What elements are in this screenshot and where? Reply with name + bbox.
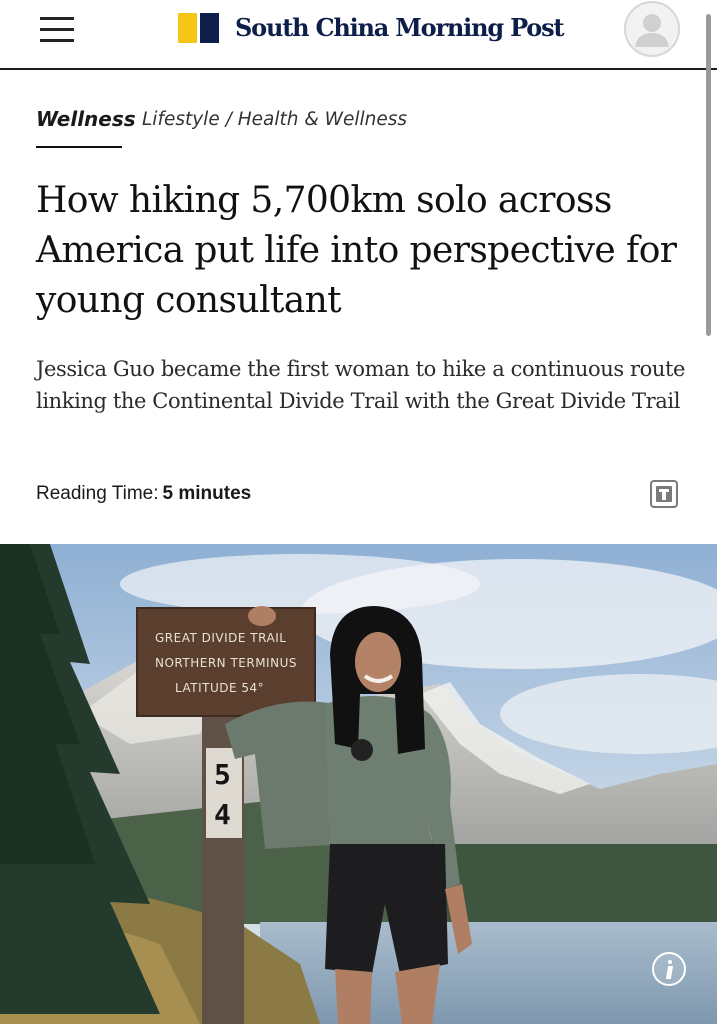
- breadcrumb-separator: /: [219, 109, 238, 130]
- section-tag-wellness[interactable]: Wellness: [36, 104, 136, 134]
- reading-time-value: 5 minutes: [162, 483, 252, 504]
- menu-line: [40, 17, 74, 20]
- breadcrumb-health-wellness[interactable]: Health & Wellness: [238, 109, 407, 130]
- cloud: [120, 554, 480, 614]
- page-scrollbar[interactable]: [706, 14, 711, 336]
- hero-image[interactable]: 5 4 GREAT DIVIDE TRAIL NORTHERN TERMINUS…: [0, 544, 717, 1024]
- breadcrumb: Lifestyle / Health & Wellness: [142, 105, 407, 135]
- text-size-glyph: [656, 486, 672, 502]
- sign-line-3: LATITUDE 54°: [175, 681, 264, 695]
- logo-navy-block: [200, 13, 219, 43]
- hamburger-menu-icon[interactable]: [40, 17, 74, 43]
- user-avatar-icon[interactable]: [624, 1, 680, 57]
- brand-name: South China Morning Post: [235, 13, 564, 42]
- menu-line: [40, 28, 74, 31]
- scmp-logo-mark-icon: [178, 13, 220, 43]
- logo-yellow-block: [178, 13, 197, 43]
- top-header: South China Morning Post: [0, 0, 717, 70]
- hero-photo: 5 4 GREAT DIVIDE TRAIL NORTHERN TERMINUS…: [0, 544, 717, 1024]
- forest-far: [440, 844, 717, 924]
- menu-line: [40, 39, 74, 42]
- text-size-icon[interactable]: [650, 480, 678, 508]
- section-tag-underline: [36, 146, 122, 148]
- avatar-silhouette: [635, 14, 669, 47]
- sign-line-2: NORTHERN TERMINUS: [155, 656, 297, 670]
- breadcrumb-lifestyle[interactable]: Lifestyle: [142, 109, 220, 130]
- reading-time-label: Reading Time:: [36, 483, 159, 504]
- sign-line-1: GREAT DIVIDE TRAIL: [155, 631, 286, 645]
- info-dot: [668, 960, 672, 964]
- article-headline: How hiking 5,700km solo across America p…: [36, 180, 677, 321]
- info-icon[interactable]: [652, 952, 686, 986]
- info-stem: [665, 966, 674, 979]
- post-number-4: 4: [214, 798, 231, 831]
- reading-time: Reading Time: 5 minutes: [36, 480, 251, 508]
- article-standfirst: Jessica Guo became the first woman to hi…: [36, 357, 686, 413]
- post-number-5: 5: [214, 758, 231, 791]
